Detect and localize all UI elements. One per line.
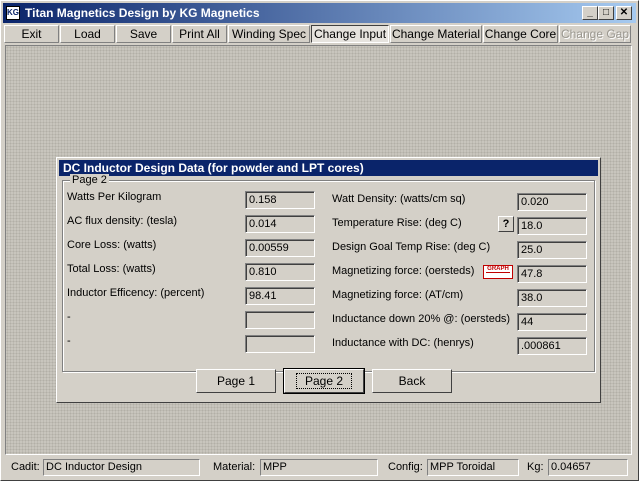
help-button[interactable]: ? — [498, 216, 514, 232]
inductance-dc-label: Inductance with DC: (henrys) — [332, 337, 474, 349]
inductance-down-label: Inductance down 20% @: (oersteds) — [332, 313, 511, 325]
workspace: DC Inductor Design Data (for powder and … — [5, 45, 632, 455]
minimize-button[interactable]: _ — [582, 6, 598, 20]
back-button[interactable]: Back — [372, 369, 452, 393]
temperature-rise-label: Temperature Rise: (deg C) — [332, 217, 462, 229]
status-bar: Cadit: DC Inductor Design Material: MPP … — [3, 458, 636, 478]
app-window: KG Titan Magnetics Design by KG Magnetic… — [0, 0, 639, 481]
group-label: Page 2 — [70, 174, 109, 186]
design-goal-temp-field[interactable]: 25.0 — [517, 241, 587, 259]
page1-button[interactable]: Page 1 — [196, 369, 276, 393]
magnetizing-force-oersteds-label: Magnetizing force: (oersteds) — [332, 265, 475, 277]
title-bar[interactable]: KG Titan Magnetics Design by KG Magnetic… — [3, 3, 636, 23]
menu-change-gap[interactable]: Change Gap — [559, 25, 631, 43]
watts-per-kg-field[interactable]: 0.158 — [245, 191, 315, 209]
blank-field-1[interactable] — [245, 311, 315, 329]
temperature-rise-field[interactable]: 18.0 — [517, 217, 587, 235]
graph-button[interactable]: GRAPH — [483, 265, 513, 279]
app-icon[interactable]: KG — [6, 6, 20, 20]
inductor-efficiency-field[interactable]: 98.41 — [245, 287, 315, 305]
inductance-down-field[interactable]: 44 — [517, 313, 587, 331]
cadit-label: Cadit: — [11, 461, 40, 473]
page2-button-label: Page 2 — [295, 373, 353, 389]
design-goal-temp-label: Design Goal Temp Rise: (deg C) — [332, 241, 491, 253]
page-group: Page 2 Watts Per Kilogram 0.158 AC flux … — [62, 174, 595, 372]
material-field: MPP — [260, 459, 378, 476]
ac-flux-density-label: AC flux density: (tesla) — [67, 215, 178, 227]
magnetizing-force-oersteds-field[interactable]: 47.8 — [517, 265, 587, 283]
blank-label-2: - — [67, 335, 71, 347]
menu-save[interactable]: Save — [116, 25, 171, 43]
watt-density-field[interactable]: 0.020 — [517, 193, 587, 211]
blank-field-2[interactable] — [245, 335, 315, 353]
total-loss-label: Total Loss: (watts) — [67, 263, 156, 275]
core-loss-label: Core Loss: (watts) — [67, 239, 157, 251]
window-title: Titan Magnetics Design by KG Magnetics — [25, 6, 260, 20]
close-button[interactable]: ✕ — [616, 6, 632, 20]
menu-load[interactable]: Load — [60, 25, 115, 43]
cadit-field: DC Inductor Design — [43, 459, 200, 476]
material-label: Material: — [213, 461, 256, 473]
menu-bar: Exit Load Save Print All Winding Spec Ch… — [3, 25, 636, 43]
menu-change-core[interactable]: Change Core — [483, 25, 558, 43]
core-loss-field[interactable]: 0.00559 — [245, 239, 315, 257]
magnetizing-force-atcm-field[interactable]: 38.0 — [517, 289, 587, 307]
kg-field: 0.04657 — [548, 459, 628, 476]
config-field: MPP Toroidal — [427, 459, 519, 476]
watt-density-label: Watt Density: (watts/cm sq) — [332, 193, 466, 205]
design-data-dialog: DC Inductor Design Data (for powder and … — [56, 157, 601, 403]
menu-print-all[interactable]: Print All — [172, 25, 227, 43]
menu-exit[interactable]: Exit — [4, 25, 59, 43]
inductance-dc-field[interactable]: .000861 — [517, 337, 587, 355]
inductor-efficiency-label: Inductor Efficency: (percent) — [67, 287, 205, 299]
menu-winding-spec[interactable]: Winding Spec — [228, 25, 310, 43]
watts-per-kg-label: Watts Per Kilogram — [67, 191, 162, 203]
dialog-title: DC Inductor Design Data (for powder and … — [59, 160, 598, 176]
maximize-button[interactable]: □ — [598, 6, 614, 20]
menu-change-material[interactable]: Change Material — [390, 25, 482, 43]
config-label: Config: — [388, 461, 423, 473]
menu-change-input[interactable]: Change Input — [311, 25, 389, 43]
graph-button-label: GRAPH — [487, 266, 509, 272]
graph-icon — [486, 272, 510, 278]
total-loss-field[interactable]: 0.810 — [245, 263, 315, 281]
blank-label-1: - — [67, 311, 71, 323]
kg-label: Kg: — [527, 461, 544, 473]
ac-flux-density-field[interactable]: 0.014 — [245, 215, 315, 233]
page2-button[interactable]: Page 2 — [283, 368, 365, 394]
magnetizing-force-atcm-label: Magnetizing force: (AT/cm) — [332, 289, 464, 301]
